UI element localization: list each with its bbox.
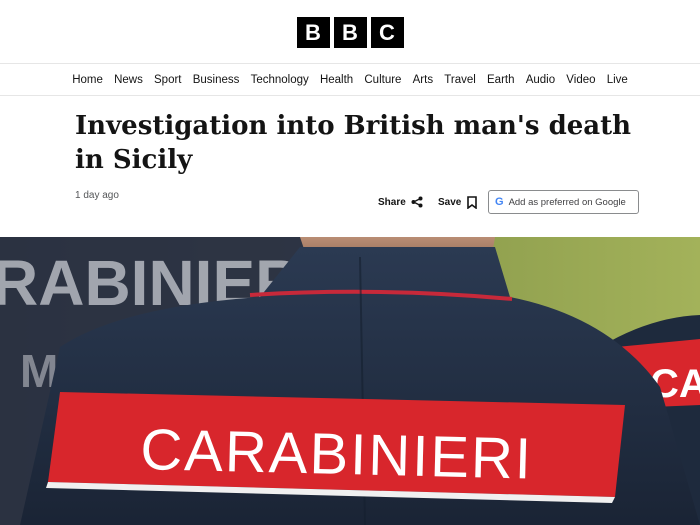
- nav-item-home[interactable]: Home: [67, 74, 109, 86]
- nav-item-live[interactable]: Live: [601, 74, 633, 86]
- nav-item-travel[interactable]: Travel: [439, 74, 482, 86]
- article-headline: Investigation into British man's death i…: [75, 111, 632, 175]
- share-button[interactable]: Share: [378, 196, 423, 208]
- nav-item-sport[interactable]: Sport: [148, 74, 187, 86]
- logo-letter: B: [296, 17, 330, 48]
- carabinieri-photo: RABINIER M CA CARABINIERI: [0, 237, 700, 525]
- share-icon: [411, 196, 423, 208]
- nav-list: Home News Sport Business Technology Health Cul…: [67, 74, 634, 86]
- hero-image: RABINIER M CA CARABINIERI: [0, 237, 700, 525]
- logo-letter: B: [333, 17, 367, 48]
- nav-item-health[interactable]: Health: [314, 74, 358, 86]
- save-button[interactable]: Save: [438, 196, 478, 209]
- logo-letter: C: [370, 17, 404, 48]
- main-nav: Home News Sport Business Technology Health Cul…: [0, 64, 700, 96]
- google-button-label: Add as preferred on Google: [508, 196, 626, 208]
- nav-item-business[interactable]: Business: [187, 74, 245, 86]
- nav-item-culture[interactable]: Culture: [359, 74, 407, 86]
- nav-item-audio[interactable]: Audio: [520, 74, 561, 86]
- nav-item-technology[interactable]: Technology: [245, 74, 314, 86]
- nav-item-earth[interactable]: Earth: [481, 74, 520, 86]
- patch-text: CARABINIERI: [140, 417, 534, 492]
- save-label: Save: [438, 197, 462, 208]
- bookmark-icon: [467, 196, 478, 209]
- google-g-icon: G: [495, 196, 504, 208]
- nav-item-arts[interactable]: Arts: [407, 74, 439, 86]
- share-label: Share: [378, 196, 406, 208]
- article-timestamp: 1 day ago: [75, 190, 119, 201]
- masthead: B B C: [0, 0, 700, 64]
- nav-item-video[interactable]: Video: [561, 74, 601, 86]
- bbc-logo[interactable]: B B C: [296, 17, 404, 48]
- add-preferred-google-button[interactable]: G Add as preferred on Google: [488, 190, 639, 214]
- nav-item-news[interactable]: News: [108, 74, 148, 86]
